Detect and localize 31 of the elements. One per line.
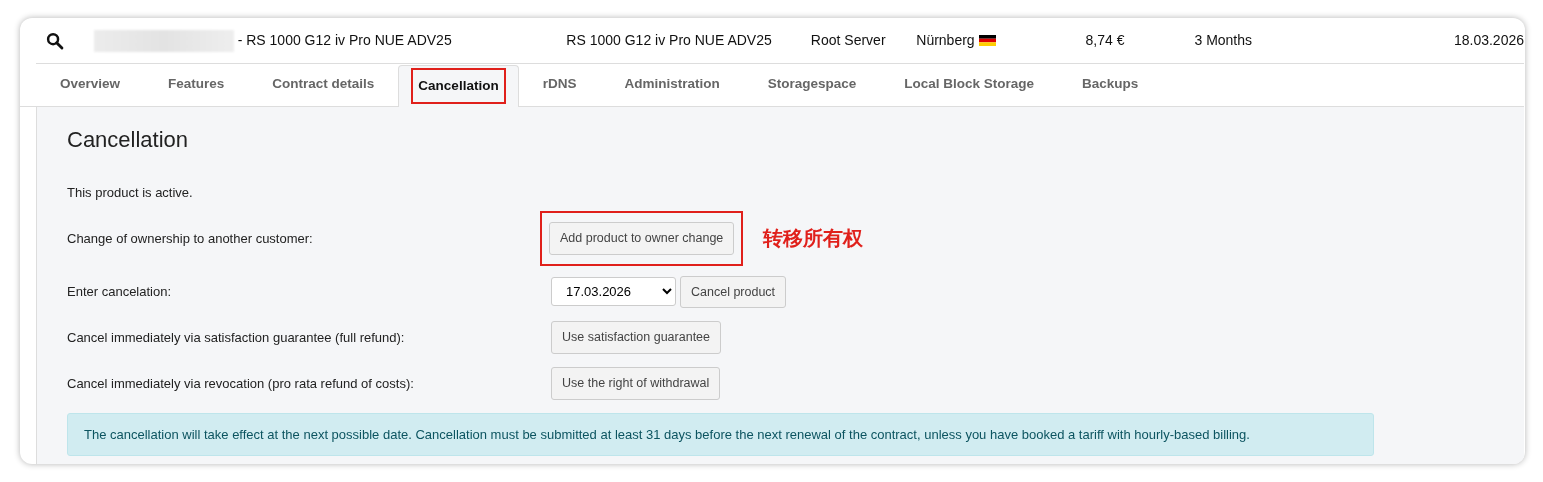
action-button[interactable]: Use satisfaction guarantee <box>551 321 721 355</box>
tab[interactable]: rDNS <box>518 62 601 106</box>
product-type: Root Server <box>810 31 887 50</box>
annotation-text: 转移所有权 <box>763 226 864 252</box>
term: 3 Months <box>1193 31 1254 50</box>
action-button[interactable]: Add product to owner change <box>549 221 735 255</box>
section-title: Cancellation <box>67 127 190 154</box>
product-title: - RS 1000 G12 iv Pro NUE ADV25 <box>236 31 453 50</box>
notice-alert: The cancellation will take effect at the next possible date. Cancellation must be submitted at least 31 days before the next renewal of the contract, unless you have booked a tariff with hourly-based billing. <box>67 412 1374 457</box>
row-label: Change of ownership to another customer: <box>67 229 314 248</box>
flag-icon <box>978 35 996 46</box>
price: 8,74 € <box>1084 31 1125 50</box>
action-button[interactable]: Cancel product <box>680 275 787 309</box>
product-name: RS 1000 G12 iv Pro NUE ADV25 <box>566 31 773 50</box>
date-select[interactable]: 17.03.2026 <box>551 276 676 306</box>
status-text: This product is active. <box>67 184 194 203</box>
tab[interactable]: Local Block Storage <box>880 62 1058 106</box>
row-label: Cancel immediately via satisfaction guarantee (full refund): <box>67 329 406 347</box>
tab[interactable]: Overview <box>36 62 145 106</box>
row-label: Enter cancelation: <box>67 283 173 302</box>
date: 18.03.2026 <box>1452 31 1524 50</box>
tab[interactable]: Administration <box>600 62 744 106</box>
tab[interactable]: Cancellation <box>398 64 519 107</box>
row-label: Cancel immediately via revocation (pro rata refund of costs): <box>67 374 415 393</box>
tab[interactable]: Features <box>144 62 249 106</box>
search-icon[interactable] <box>46 30 64 51</box>
tab[interactable]: Storagespace <box>743 62 881 106</box>
tab[interactable]: Contract details <box>248 62 399 106</box>
action-button[interactable]: Use the right of withdrawal <box>551 367 721 400</box>
location: Nürnberg <box>916 31 975 50</box>
tab[interactable]: Backups <box>1058 62 1163 106</box>
